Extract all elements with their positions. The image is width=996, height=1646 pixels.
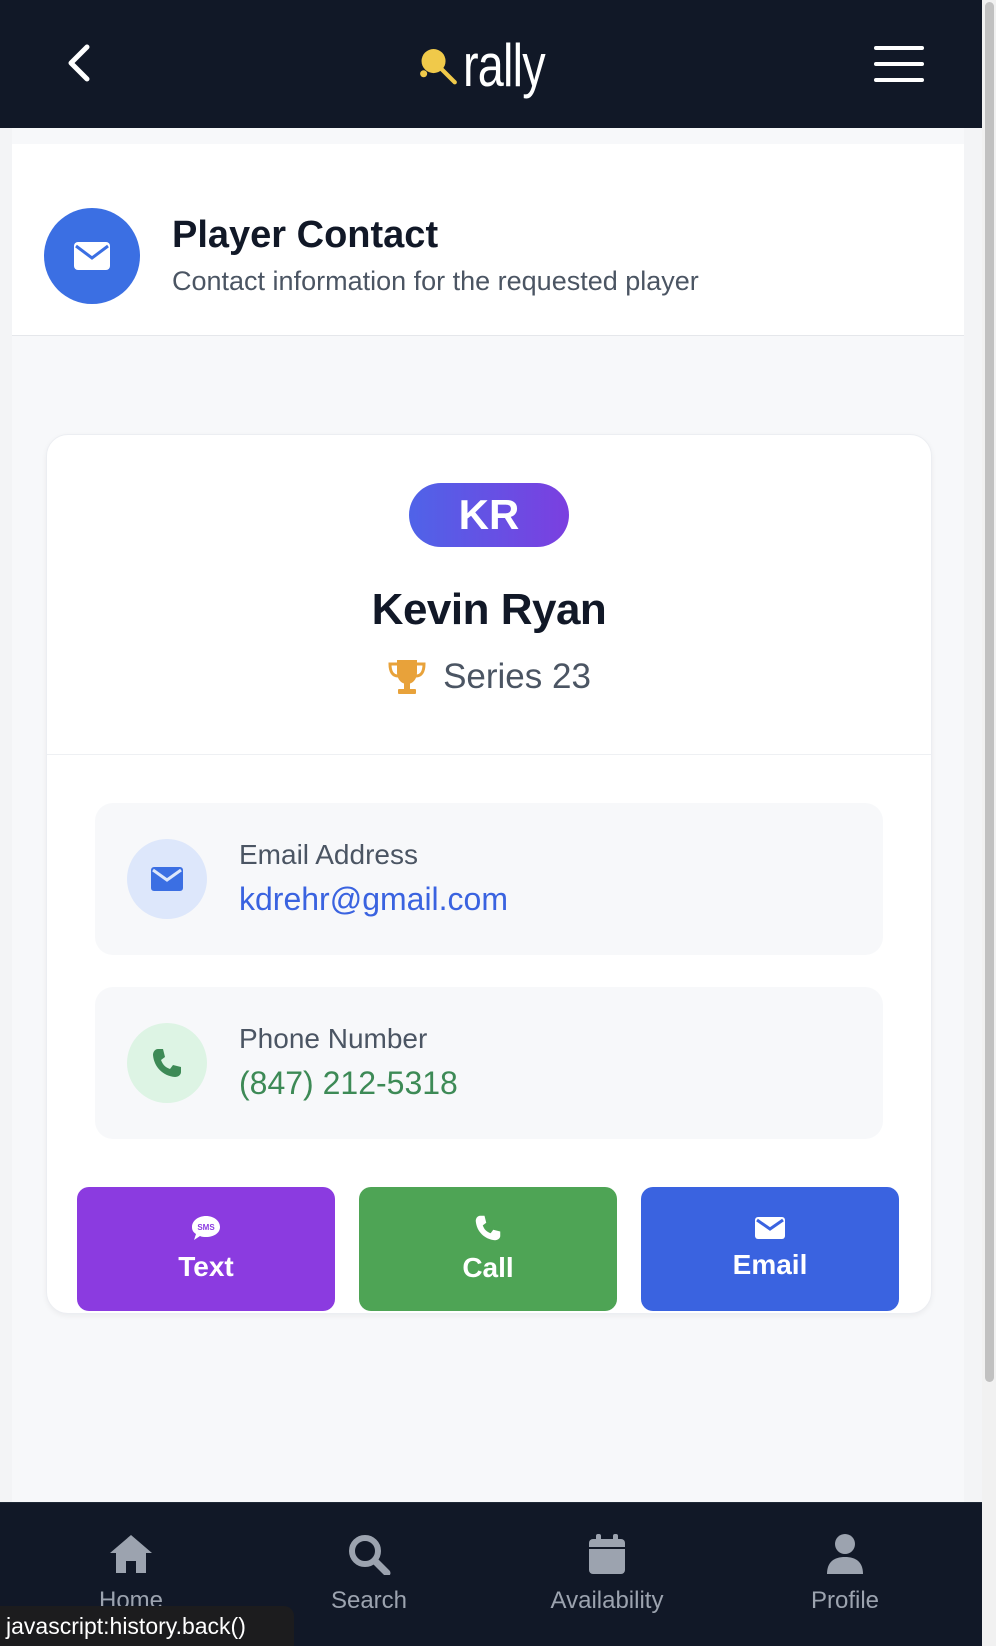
- phone-label: Phone Number: [239, 1023, 428, 1054]
- header-icon-circle: [44, 208, 140, 304]
- nav-profile[interactable]: Profile: [745, 1533, 945, 1633]
- menu-button[interactable]: [874, 44, 924, 84]
- player-summary: KR Kevin Ryan Series 23: [47, 435, 931, 755]
- call-button-label: Call: [462, 1252, 514, 1283]
- page-header: Player Contact Contact information for t…: [12, 144, 964, 336]
- phone-icon: [475, 1215, 501, 1241]
- search-icon: [349, 1535, 391, 1575]
- status-bar-url: javascript:history.back(): [0, 1606, 294, 1646]
- svg-text:SMS: SMS: [197, 1223, 215, 1232]
- back-button[interactable]: [58, 38, 98, 88]
- rally-logo[interactable]: rally: [418, 30, 568, 102]
- trophy-icon: [388, 660, 426, 694]
- phone-info-row: Phone Number (847) 212-5318: [95, 987, 883, 1139]
- chevron-left-icon: [68, 44, 90, 82]
- page-subtitle: Contact information for the requested pl…: [172, 266, 699, 296]
- nav-availability-label: Availability: [550, 1587, 664, 1614]
- email-info-row: Email Address kdrehr@gmail.com: [95, 803, 883, 955]
- nav-search-label: Search: [330, 1587, 408, 1614]
- envelope-icon: [74, 242, 110, 270]
- user-icon: [827, 1534, 863, 1574]
- page-content: Player Contact Contact information for t…: [12, 128, 964, 1502]
- player-series: Series 23: [47, 657, 931, 697]
- player-name: Kevin Ryan: [371, 585, 607, 634]
- text-button[interactable]: SMS Text: [77, 1187, 335, 1311]
- envelope-icon: [151, 867, 183, 891]
- nav-search[interactable]: Search: [269, 1533, 469, 1633]
- logo-text: rally: [462, 32, 546, 99]
- player-card: KR Kevin Ryan Series 23 Email Address kd…: [46, 434, 932, 1314]
- top-navbar: rally: [0, 0, 982, 128]
- email-link[interactable]: kdrehr@gmail.com: [239, 881, 508, 918]
- series-label: Series 23: [443, 657, 591, 696]
- sms-bubble-icon: SMS: [192, 1216, 220, 1240]
- page-title: Player Contact: [172, 214, 439, 256]
- hamburger-icon: [874, 46, 924, 50]
- email-button-label: Email: [732, 1249, 808, 1280]
- phone-icon-circle: [127, 1023, 207, 1103]
- phone-link[interactable]: (847) 212-5318: [239, 1065, 458, 1102]
- scrollbar[interactable]: [982, 0, 996, 1646]
- paddle-ball-logo-icon: [420, 49, 457, 85]
- scrollbar-thumb[interactable]: [985, 2, 994, 1382]
- email-icon-circle: [127, 839, 207, 919]
- home-icon: [110, 1535, 152, 1573]
- phone-icon: [153, 1049, 181, 1077]
- nav-profile-label: Profile: [810, 1587, 880, 1614]
- text-button-label: Text: [178, 1251, 234, 1282]
- player-initials-badge: KR: [409, 483, 569, 547]
- email-label: Email Address: [239, 839, 418, 870]
- envelope-icon: [755, 1217, 785, 1239]
- email-button[interactable]: Email: [641, 1187, 899, 1311]
- call-button[interactable]: Call: [359, 1187, 617, 1311]
- calendar-icon: [589, 1534, 625, 1574]
- nav-availability[interactable]: Availability: [507, 1533, 707, 1633]
